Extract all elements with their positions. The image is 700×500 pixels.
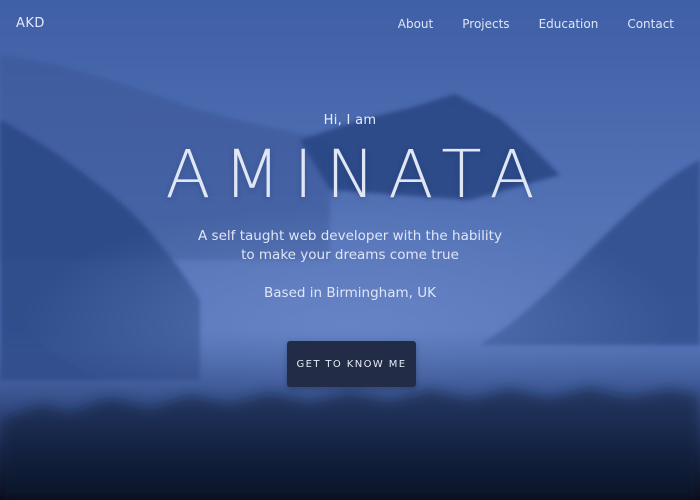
nav-links: About Projects Education Contact [398,17,674,31]
nav-link-education[interactable]: Education [539,17,599,31]
site-logo[interactable]: AKD [16,16,45,31]
top-navigation: AKD About Projects Education Contact [0,0,700,48]
hero-greeting: Hi, I am [323,113,377,128]
nav-link-projects[interactable]: Projects [462,17,509,31]
hero-location: Based in Birmingham, UK [264,285,436,301]
nav-link-about[interactable]: About [398,17,433,31]
hero-name: AMINATA [165,136,548,213]
get-to-know-me-button[interactable]: GET TO KNOW ME [287,341,416,387]
hero-tagline: A self taught web developer with the hab… [198,228,502,263]
nav-link-contact[interactable]: Contact [627,17,674,31]
